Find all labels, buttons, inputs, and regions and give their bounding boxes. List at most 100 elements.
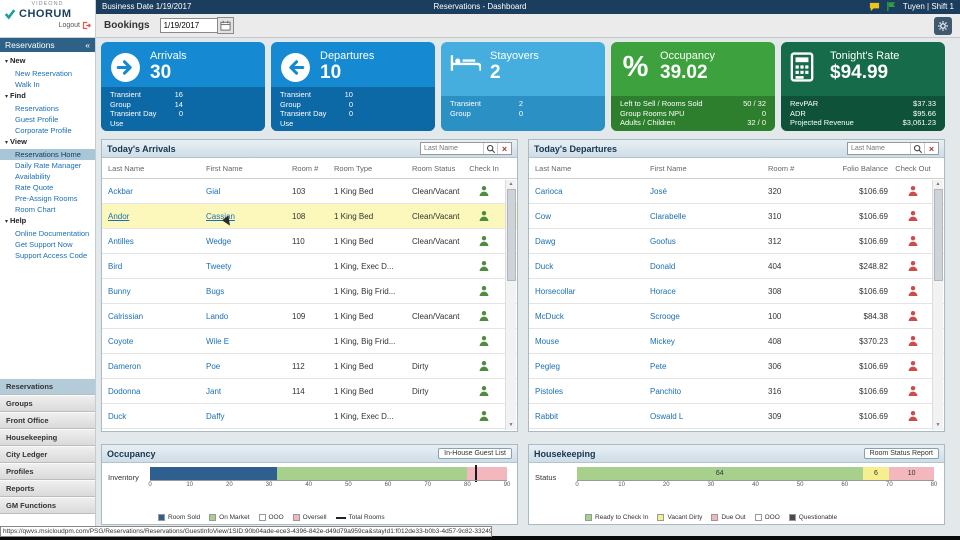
guest-first-name-link[interactable]: Scrooge: [650, 312, 680, 321]
departures-row[interactable]: Duck Donald 404 $248.82: [529, 254, 944, 279]
departures-row[interactable]: Mouse Mickey 408 $370.23: [529, 329, 944, 354]
sidebar-tree-item[interactable]: Corporate Profile: [0, 125, 95, 136]
scroll-up-icon[interactable]: ▲: [936, 180, 941, 189]
kpi-card-departures[interactable]: Departures 10 Transient 10 Group 0 Trans…: [271, 42, 435, 131]
guest-first-name-link[interactable]: Gial: [206, 187, 220, 196]
module-item[interactable]: Profiles: [0, 463, 95, 480]
departures-row[interactable]: McDuck Scrooge 100 $84.38: [529, 304, 944, 329]
sidebar-tree-item[interactable]: View: [0, 136, 95, 149]
sidebar-tree-item[interactable]: New Reservation: [0, 68, 95, 79]
guest-last-name-link[interactable]: Calrissian: [108, 312, 143, 321]
guest-first-name-link[interactable]: Pete: [650, 362, 666, 371]
arrivals-row[interactable]: Ackbar Gial 103 1 King Bed Clean/Vacant: [102, 179, 517, 204]
arrivals-row[interactable]: Calrissian Lando 109 1 King Bed Clean/Va…: [102, 304, 517, 329]
sidebar-tree-item[interactable]: Daily Rate Manager: [0, 160, 95, 171]
flag-icon[interactable]: [886, 1, 897, 12]
guest-last-name-link[interactable]: Antilles: [108, 237, 134, 246]
check-in-button[interactable]: [464, 185, 504, 197]
check-out-button[interactable]: [892, 235, 934, 247]
arrivals-row[interactable]: Bunny Bugs 1 King, Big Frid...: [102, 279, 517, 304]
sidebar-tree-item[interactable]: Online Documentation: [0, 228, 95, 239]
guest-last-name-link[interactable]: Ackbar: [108, 187, 133, 196]
guest-last-name-link[interactable]: Carioca: [535, 187, 563, 196]
check-in-button[interactable]: [464, 360, 504, 372]
arrivals-row[interactable]: Antilles Wedge 110 1 King Bed Clean/Vaca…: [102, 229, 517, 254]
sidebar-tree-item[interactable]: Walk In: [0, 79, 95, 90]
guest-first-name-link[interactable]: Oswald L: [650, 412, 683, 421]
logout-button[interactable]: Logout: [4, 21, 91, 30]
check-in-button[interactable]: [464, 410, 504, 422]
chat-icon[interactable]: [869, 1, 880, 12]
guest-first-name-link[interactable]: Poe: [206, 362, 220, 371]
scroll-up-icon[interactable]: ▲: [509, 180, 514, 189]
collapse-chevron-icon[interactable]: «: [85, 38, 90, 52]
guest-last-name-link[interactable]: Pegleg: [535, 362, 560, 371]
check-out-button[interactable]: [892, 335, 934, 347]
guest-last-name-link[interactable]: Rabbit: [535, 412, 558, 421]
guest-first-name-link[interactable]: Jant: [206, 387, 221, 396]
kpi-card-occupancy[interactable]: % Occupancy 39.02 Left to Sell / Rooms S…: [611, 42, 775, 131]
departures-search-input[interactable]: [848, 145, 910, 152]
sidebar-tree-item[interactable]: Rate Quote: [0, 182, 95, 193]
guest-first-name-link[interactable]: Daffy: [206, 412, 225, 421]
guest-last-name-link[interactable]: Bird: [108, 262, 122, 271]
module-item[interactable]: Groups: [0, 395, 95, 412]
departures-row[interactable]: Horsecollar Horace 308 $106.69: [529, 279, 944, 304]
guest-first-name-link[interactable]: José: [650, 187, 667, 196]
module-item[interactable]: Housekeeping: [0, 429, 95, 446]
arrivals-search-input[interactable]: [421, 145, 483, 152]
guest-first-name-link[interactable]: Wedge: [206, 237, 231, 246]
clear-search-button[interactable]: ×: [924, 143, 938, 154]
scroll-thumb[interactable]: [933, 189, 943, 281]
module-item[interactable]: Reports: [0, 480, 95, 497]
kpi-card-arrivals[interactable]: Arrivals 30 Transient 16 Group 14 Transi…: [101, 42, 265, 131]
search-button[interactable]: [483, 143, 497, 154]
guest-last-name-link[interactable]: McDuck: [535, 312, 564, 321]
arrivals-row[interactable]: Dodonna Jant 114 1 King Bed Dirty: [102, 379, 517, 404]
kpi-card-stayovers[interactable]: Stayovers 2 Transient 2 Group 0: [441, 42, 605, 131]
departures-row[interactable]: Pistoles Panchito 316 $106.69: [529, 379, 944, 404]
sidebar-tree-item[interactable]: Help: [0, 215, 95, 228]
check-in-button[interactable]: [464, 285, 504, 297]
calendar-button[interactable]: [216, 17, 234, 34]
sidebar-tree-item[interactable]: Support Access Code: [0, 250, 95, 261]
arrivals-row[interactable]: Duck Daffy 1 King, Exec D...: [102, 404, 517, 429]
sidebar-tree-item[interactable]: Find: [0, 90, 95, 103]
guest-first-name-link[interactable]: Tweety: [206, 262, 231, 271]
check-in-button[interactable]: [464, 310, 504, 322]
guest-last-name-link[interactable]: Duck: [108, 412, 126, 421]
booking-date-input[interactable]: [159, 18, 218, 33]
arrivals-row[interactable]: Coyote Wile E 1 King, Big Frid...: [102, 329, 517, 354]
sidebar-tree-item[interactable]: Availability: [0, 171, 95, 182]
sidebar-tree-item[interactable]: Pre-Assign Rooms: [0, 193, 95, 204]
room-status-report-button[interactable]: Room Status Report: [863, 448, 939, 459]
check-out-button[interactable]: [892, 285, 934, 297]
module-item[interactable]: Front Office: [0, 412, 95, 429]
departures-row[interactable]: Rabbit Oswald L 309 $106.69: [529, 404, 944, 429]
guest-last-name-link[interactable]: Pistoles: [535, 387, 563, 396]
search-button[interactable]: [910, 143, 924, 154]
departures-row[interactable]: Pegleg Pete 306 $106.69: [529, 354, 944, 379]
check-out-button[interactable]: [892, 310, 934, 322]
check-out-button[interactable]: [892, 185, 934, 197]
sidebar-tree-item[interactable]: Reservations: [0, 103, 95, 114]
module-item[interactable]: Reservations: [0, 378, 95, 395]
arrivals-row[interactable]: Andor Cassian 108 1 King Bed Clean/Vacan…: [102, 204, 517, 229]
arrivals-row[interactable]: Dameron Poe 112 1 King Bed Dirty: [102, 354, 517, 379]
guest-last-name-link[interactable]: Duck: [535, 262, 553, 271]
guest-last-name-link[interactable]: Horsecollar: [535, 287, 575, 296]
check-out-button[interactable]: [892, 360, 934, 372]
check-in-button[interactable]: [464, 260, 504, 272]
check-out-button[interactable]: [892, 210, 934, 222]
sidebar-tree-item[interactable]: Reservations Home: [0, 149, 95, 160]
check-out-button[interactable]: [892, 260, 934, 272]
guest-first-name-link[interactable]: Goofus: [650, 237, 676, 246]
module-item[interactable]: GM Functions: [0, 497, 95, 514]
in-house-guest-list-button[interactable]: In-House Guest List: [438, 448, 512, 459]
departures-row[interactable]: Carioca José 320 $106.69: [529, 179, 944, 204]
guest-first-name-link[interactable]: Bugs: [206, 287, 224, 296]
sidebar-tree-item[interactable]: Get Support Now: [0, 239, 95, 250]
departures-row[interactable]: Dawg Goofus 312 $106.69: [529, 229, 944, 254]
settings-gear-button[interactable]: [934, 17, 952, 35]
guest-first-name-link[interactable]: Panchito: [650, 387, 681, 396]
